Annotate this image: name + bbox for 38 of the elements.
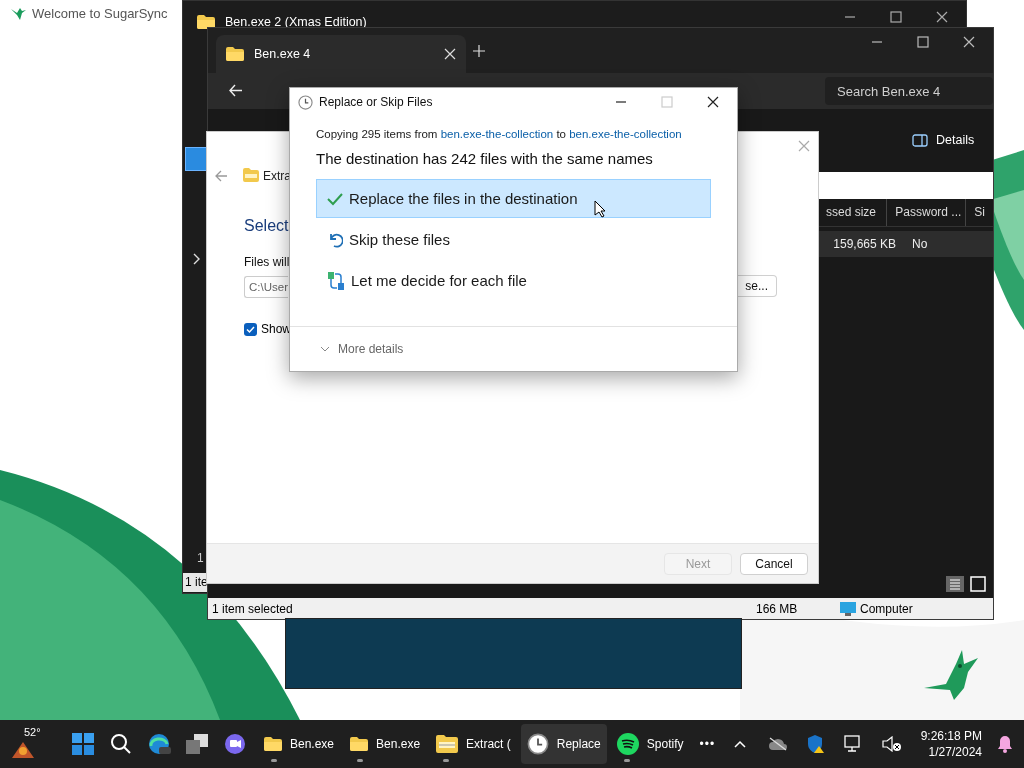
weather-widget[interactable]: 52°: [6, 722, 54, 766]
option-button[interactable]: Let me decide for each file: [316, 261, 711, 300]
column-header[interactable]: Password ...: [886, 199, 966, 226]
field-label: Files will: [244, 255, 290, 269]
window-title: Welcome to SugarSync: [32, 6, 168, 21]
temperature-text: 52°: [24, 726, 41, 738]
path-field[interactable]: C:\User: [244, 276, 288, 298]
item-count: 1: [197, 551, 204, 565]
tab-title[interactable]: Ben.exe 2 (Xmas Edition): [225, 15, 367, 29]
taskbar-app[interactable]: Ben.exe: [258, 724, 341, 764]
taskbar-app[interactable]: Extract (: [430, 724, 517, 764]
search-field[interactable]: Search Ben.exe 4: [825, 77, 993, 105]
source-link[interactable]: ben.exe-the-collection: [440, 128, 554, 140]
option-button[interactable]: Replace the files in the destination: [316, 179, 711, 218]
column-header[interactable]: ssed size: [818, 199, 887, 226]
copy-status-text: Copying 295 items from ben.exe-the-collection to ben.exe-the-collection: [316, 128, 683, 140]
browse-button[interactable]: se...: [735, 275, 777, 297]
destination-link[interactable]: ben.exe-the-collection: [569, 128, 682, 140]
taskbar-app[interactable]: Spotify: [610, 724, 690, 764]
clock-date[interactable]: 1/27/2024: [928, 744, 982, 760]
option-button[interactable]: Skip these files: [316, 220, 711, 259]
details-button[interactable]: Details: [906, 132, 981, 148]
column-header[interactable]: Si: [965, 199, 993, 226]
table-cell-text: No: [911, 237, 929, 251]
status-text: 1 item selected: [211, 601, 294, 616]
cancel-button[interactable]: Cancel: [740, 552, 808, 575]
dialog-title: Replace or Skip Files: [319, 95, 434, 109]
location-text: Computer: [859, 601, 914, 616]
page-heading: Select: [244, 217, 289, 235]
size-text: 166 MB: [755, 601, 799, 616]
table-cell-text: 159,665 KB: [832, 237, 897, 251]
more-apps-button[interactable]: •••: [699, 737, 716, 751]
taskbar-app[interactable]: Ben.exe: [344, 724, 427, 764]
conflict-message: The destination has 242 files with the same names: [316, 150, 654, 167]
taskbar-app[interactable]: Replace: [520, 724, 607, 764]
tab-title[interactable]: Ben.exe 4: [254, 47, 311, 61]
clock-time[interactable]: 9:26:18 PM: [920, 728, 982, 744]
more-details-link[interactable]: More details: [338, 342, 404, 356]
